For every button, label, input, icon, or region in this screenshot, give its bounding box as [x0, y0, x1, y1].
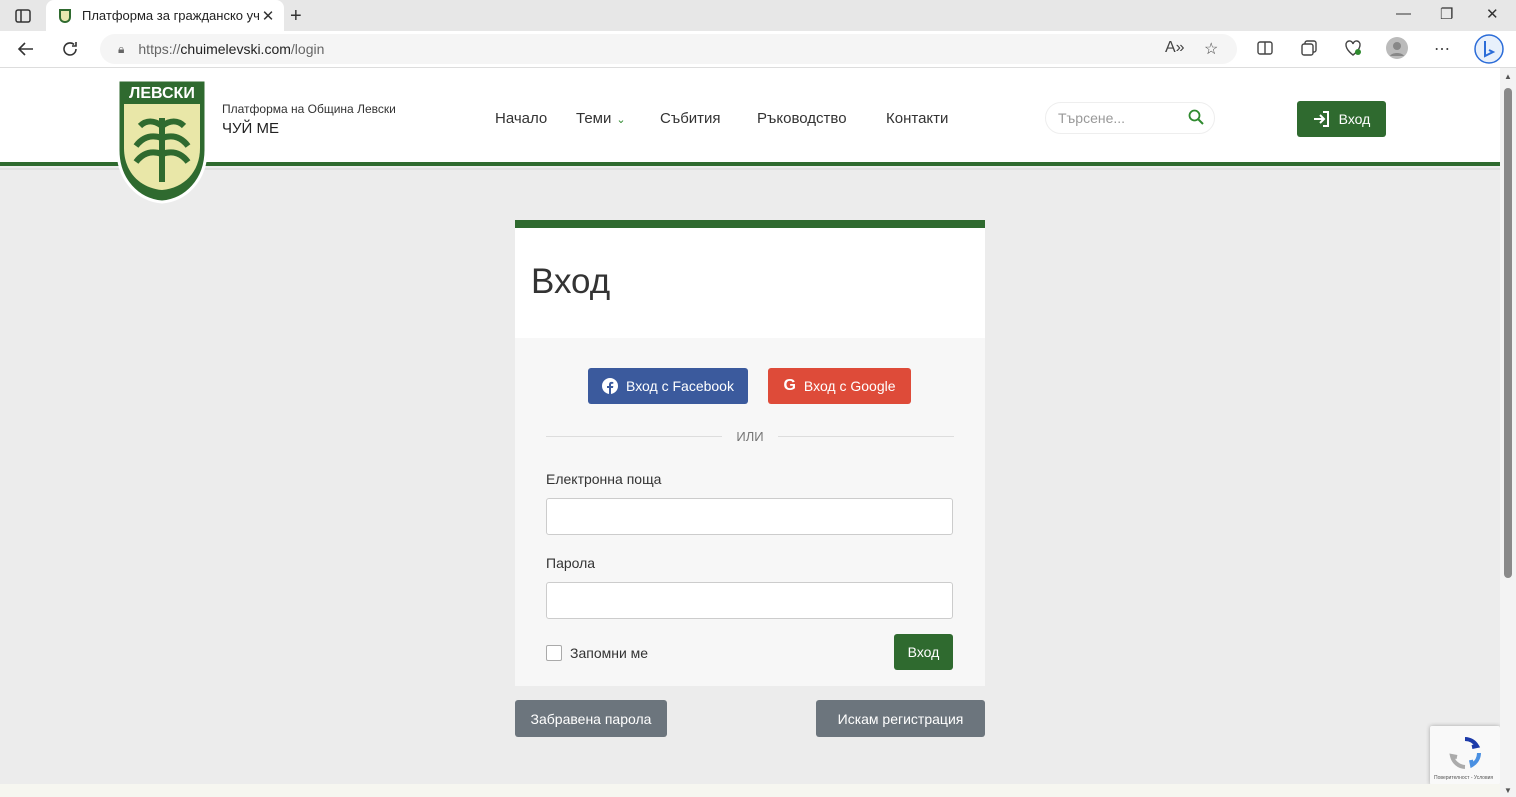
- register-button[interactable]: Искам регистрация: [816, 700, 985, 737]
- collections-icon[interactable]: [1300, 39, 1318, 57]
- google-icon: G: [783, 377, 796, 394]
- login-card: Вход Вход с Facebook G Вход с Google ИЛИ…: [515, 220, 985, 686]
- maximize-button[interactable]: ❐: [1440, 5, 1453, 23]
- logo-text: ЛЕВСКИ: [129, 85, 195, 102]
- password-field[interactable]: [546, 582, 953, 619]
- recaptcha-icon: [1449, 737, 1481, 769]
- back-arrow-icon[interactable]: [16, 39, 36, 59]
- nav-events[interactable]: Събития: [660, 110, 721, 127]
- email-field[interactable]: [546, 498, 953, 535]
- nav-leadership[interactable]: Ръководство: [757, 110, 847, 127]
- scroll-up-icon[interactable]: ▲: [1504, 72, 1512, 81]
- search-input[interactable]: Търсене...: [1045, 102, 1215, 134]
- levski-logo-icon[interactable]: ЛЕВСКИ: [114, 78, 210, 204]
- read-aloud-icon[interactable]: A»: [1165, 39, 1185, 57]
- or-text: ИЛИ: [736, 428, 764, 444]
- scroll-down-icon[interactable]: ▼: [1504, 786, 1512, 795]
- remember-checkbox[interactable]: [546, 645, 562, 661]
- facebook-icon: [602, 378, 619, 394]
- password-label: Парола: [546, 555, 596, 571]
- nav-home[interactable]: Начало: [495, 110, 547, 127]
- nav-topics[interactable]: Теми ⌄: [576, 110, 626, 127]
- divider-line: [546, 435, 723, 437]
- url-scheme: https://: [138, 41, 181, 57]
- divider-line: [777, 435, 954, 437]
- browser-essentials-icon[interactable]: [1344, 39, 1362, 57]
- nav-topics-label: Теми: [576, 110, 612, 127]
- remember-me[interactable]: Запомни ме: [546, 645, 648, 661]
- login-form: Вход с Facebook G Вход с Google ИЛИ Елек…: [515, 338, 985, 686]
- favorite-star-icon[interactable]: ☆: [1204, 39, 1218, 59]
- site-header: ЛЕВСКИ Платформа на Община Левски ЧУЙ МЕ…: [0, 68, 1500, 204]
- tab-title: Платформа за гражданско учас: [82, 8, 260, 23]
- facebook-login-label: Вход с Facebook: [626, 378, 734, 394]
- remember-label: Запомни ме: [570, 645, 649, 661]
- header-login-button[interactable]: Вход: [1297, 101, 1386, 137]
- login-title: Вход: [531, 262, 611, 301]
- tab-close-icon[interactable]: ✕: [260, 7, 276, 25]
- site-favicon-icon: [59, 8, 71, 23]
- forgot-password-button[interactable]: Забравена парола: [515, 700, 667, 737]
- page-viewport: ЛЕВСКИ Платформа на Община Левски ЧУЙ МЕ…: [0, 68, 1500, 797]
- chevron-down-icon: ⌄: [616, 114, 626, 126]
- bing-copilot-icon[interactable]: [1474, 34, 1504, 64]
- footer-strip: [0, 784, 1500, 797]
- search-icon[interactable]: [1188, 109, 1204, 125]
- lock-icon[interactable]: 🔒︎: [118, 42, 124, 57]
- browser-tab[interactable]: Платформа за гражданско учас ✕: [46, 0, 284, 31]
- or-divider: ИЛИ: [546, 428, 954, 444]
- facebook-login-button[interactable]: Вход с Facebook: [588, 368, 748, 404]
- brand-title[interactable]: ЧУЙ МЕ: [222, 120, 279, 137]
- submit-login-button[interactable]: Вход: [894, 634, 953, 670]
- url-bar[interactable]: 🔒︎ https://chuimelevski.com/login: [100, 34, 1237, 64]
- vertical-scrollbar[interactable]: ▲ ▼: [1500, 68, 1516, 797]
- address-bar-row: 🔒︎ https://chuimelevski.com/login A» ☆ ⋯: [0, 31, 1516, 68]
- search-placeholder: Търсене...: [1058, 110, 1126, 126]
- browser-tab-strip: Платформа за гражданско учас ✕ + — ❐ ✕: [0, 0, 1516, 31]
- new-tab-button[interactable]: +: [290, 5, 302, 28]
- google-login-label: Вход с Google: [803, 378, 896, 394]
- refresh-icon[interactable]: [60, 39, 80, 59]
- tab-actions-icon[interactable]: [12, 6, 34, 26]
- profile-avatar-icon[interactable]: [1386, 37, 1408, 59]
- google-login-button[interactable]: G Вход с Google: [768, 368, 911, 404]
- brand-subtitle: Платформа на Община Левски: [222, 102, 396, 116]
- minimize-button[interactable]: —: [1396, 5, 1411, 22]
- header-login-label: Вход: [1338, 111, 1371, 127]
- split-screen-icon[interactable]: [1256, 39, 1274, 57]
- close-window-button[interactable]: ✕: [1486, 5, 1499, 23]
- recaptcha-badge[interactable]: Поверителност - Условия: [1430, 726, 1500, 785]
- email-label: Електронна поща: [546, 471, 662, 487]
- url-host: chuimelevski.com: [180, 41, 291, 57]
- nav-contacts[interactable]: Контакти: [886, 110, 948, 127]
- recaptcha-footer: Поверителност - Условия: [1434, 775, 1494, 781]
- scrollbar-thumb[interactable]: [1504, 88, 1512, 578]
- more-options-icon[interactable]: ⋯: [1434, 39, 1450, 59]
- sign-in-icon: [1313, 111, 1329, 127]
- url-path: /login: [290, 41, 325, 57]
